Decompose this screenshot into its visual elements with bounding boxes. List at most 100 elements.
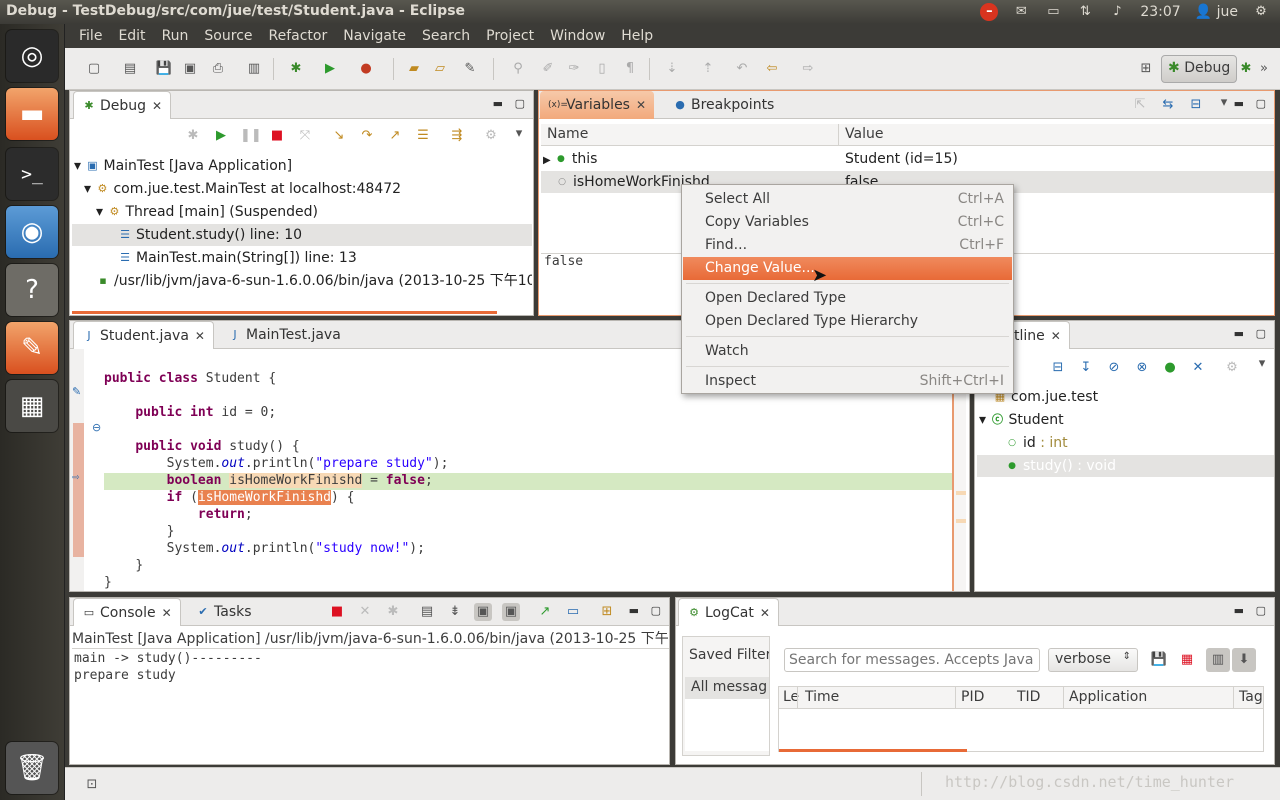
tab-debug[interactable]: ✱ Debug ✕ — [73, 91, 172, 119]
close-icon[interactable]: ✕ — [195, 329, 205, 343]
scroll-lock-icon[interactable]: ⇟ — [446, 603, 464, 621]
breakpoint-marker-icon[interactable]: ✎ — [72, 385, 81, 398]
mark-icon[interactable]: ✐ — [539, 60, 557, 78]
clear-log-icon[interactable]: ▦ — [1178, 651, 1196, 669]
open-type-icon[interactable]: ▰ — [405, 60, 423, 78]
show-type-names-icon[interactable]: ⇱ — [1131, 96, 1149, 114]
menu-run[interactable]: Run — [154, 28, 197, 44]
menu-window[interactable]: Window — [542, 28, 613, 44]
menu-item-select-all[interactable]: Select All Ctrl+A — [683, 188, 1012, 211]
view-menu-icon[interactable]: ⚙ — [482, 127, 500, 145]
menu-item-watch[interactable]: Watch — [683, 340, 1012, 363]
more-perspectives-icon[interactable]: » — [1255, 60, 1273, 78]
remove-terminated-icon[interactable]: ✱ — [184, 127, 202, 145]
fold-toggle-icon[interactable]: ⊖ — [92, 421, 101, 434]
forward-icon[interactable]: ⇨ — [799, 60, 817, 78]
last-edit-icon[interactable]: ↶ — [733, 60, 751, 78]
close-icon[interactable]: ✕ — [760, 606, 770, 620]
new-project-icon[interactable]: ▤ — [121, 60, 139, 78]
network-icon[interactable]: ⇅ — [1076, 4, 1094, 20]
suspend-icon[interactable]: ❚❚ — [240, 127, 262, 145]
toggle-filters-icon[interactable]: ▥ — [1206, 648, 1230, 672]
step-over-icon[interactable]: ↷ — [358, 127, 376, 145]
code-area[interactable]: public class Student { public int id = 0… — [104, 353, 448, 591]
logcat-search-input[interactable] — [784, 648, 1040, 672]
remove-launch-icon[interactable]: ✕ — [356, 603, 374, 621]
external-tools-icon[interactable]: ● — [357, 60, 375, 78]
maximize-icon[interactable]: ▢ — [651, 604, 661, 617]
hide-nonpublic-icon[interactable]: ● — [1161, 359, 1179, 377]
minimize-icon[interactable]: ▬ — [493, 97, 503, 110]
open-console-icon[interactable]: ⊞ — [598, 603, 616, 621]
close-icon[interactable]: ✕ — [152, 99, 162, 113]
java-perspective-icon[interactable]: ✱ — [1237, 60, 1255, 78]
gear-icon[interactable]: ⚙ — [1252, 4, 1270, 20]
close-icon[interactable]: ✕ — [636, 98, 646, 112]
variable-row-this[interactable]: ▶ ● this Student (id=15) — [543, 148, 1272, 170]
minimize-icon[interactable]: ▬ — [629, 604, 639, 617]
minimize-icon[interactable]: ▬ — [1234, 327, 1244, 340]
step-return-icon[interactable]: ↗ — [386, 127, 404, 145]
maximize-icon[interactable]: ▢ — [515, 97, 525, 110]
column-tag[interactable]: Tag — [1239, 689, 1263, 705]
tab-outline[interactable]: tline ✕ — [1005, 321, 1070, 349]
column-time[interactable]: Time — [805, 689, 839, 705]
menu-item-change-value[interactable]: Change Value... — [683, 257, 1012, 280]
open-task-icon[interactable]: ▱ — [431, 60, 449, 78]
clock[interactable]: 23:07 — [1140, 4, 1180, 20]
menu-item-find[interactable]: Find... Ctrl+F — [683, 234, 1012, 257]
minimize-icon[interactable]: ▬ — [1234, 604, 1244, 617]
maximize-icon[interactable]: ▢ — [1256, 97, 1266, 110]
maximize-icon[interactable]: ▢ — [1256, 327, 1266, 340]
hide-static-icon[interactable]: ⊗ — [1133, 359, 1151, 377]
show-on-stdout-icon[interactable]: ▣ — [474, 603, 492, 621]
outline-item-field[interactable]: ○ id : int — [1005, 432, 1068, 454]
drop-to-frame-icon[interactable]: ☰ — [414, 127, 432, 145]
battery-icon[interactable]: ▭ — [1044, 4, 1062, 20]
column-application[interactable]: Application — [1069, 689, 1147, 705]
outline-item-class[interactable]: ▾ ⓒ Student — [979, 409, 1064, 431]
toggle-icon[interactable]: ⚲ — [509, 60, 527, 78]
terminal-icon[interactable]: >_ — [6, 148, 58, 200]
collapse-all-icon[interactable]: ⊟ — [1049, 359, 1067, 377]
tree-item-frame-selected[interactable]: ☰ Student.study() line: 10 — [72, 224, 532, 246]
close-icon[interactable]: ✕ — [162, 606, 172, 620]
step-into-icon[interactable]: ↘ — [330, 127, 348, 145]
remove-all-icon[interactable]: ✱ — [384, 603, 402, 621]
terminate-icon[interactable]: ■ — [268, 127, 286, 145]
user-menu[interactable]: 👤 jue — [1195, 4, 1238, 20]
block-icon[interactable]: ▯ — [593, 60, 611, 78]
show-on-stderr-icon[interactable]: ▣ — [502, 603, 520, 621]
collapse-all-icon[interactable]: ⊟ — [1187, 96, 1205, 114]
resume-icon[interactable]: ▶ — [212, 127, 230, 145]
chromium-icon[interactable]: ◉ — [6, 206, 58, 258]
chevron-down-icon[interactable]: ▾ — [1215, 94, 1233, 112]
menu-item-copy-variables[interactable]: Copy Variables Ctrl+C — [683, 211, 1012, 234]
close-icon[interactable]: ✕ — [1051, 329, 1061, 343]
terminate-icon[interactable]: ■ — [328, 603, 346, 621]
debug-perspective-button[interactable]: ✱ Debug — [1161, 55, 1238, 83]
maximize-icon[interactable]: ▢ — [1256, 604, 1266, 617]
print-icon[interactable]: ⎙ — [209, 60, 227, 78]
log-level-select[interactable]: verbose ⇕ — [1048, 648, 1138, 672]
tab-console[interactable]: ▭ Console ✕ — [73, 598, 181, 626]
next-annotation-icon[interactable]: ⇣ — [663, 60, 681, 78]
tab-breakpoints[interactable]: ● Breakpoints — [665, 91, 782, 119]
occurrence-marker[interactable] — [956, 491, 966, 495]
sort-icon[interactable]: ↧ — [1077, 359, 1095, 377]
search-icon[interactable]: ✎ — [461, 60, 479, 78]
tree-item-frame[interactable]: ☰ MainTest.main(String[]) line: 13 — [118, 247, 357, 269]
menu-refactor[interactable]: Refactor — [261, 28, 336, 44]
tree-item-launch[interactable]: ▾ ▣ MainTest [Java Application] — [74, 155, 292, 177]
tab-tasks[interactable]: ✔ Tasks — [188, 598, 260, 626]
mail-icon[interactable]: ✉ — [1012, 4, 1030, 20]
disconnect-icon[interactable]: ⤧ — [296, 127, 314, 145]
tree-item-vm[interactable]: ▾ ⚙ com.jue.test.MainTest at localhost:48… — [84, 178, 401, 200]
console-output[interactable]: main -> study()--------- prepare study — [74, 650, 262, 684]
menu-project[interactable]: Project — [478, 28, 542, 44]
menu-search[interactable]: Search — [414, 28, 478, 44]
files-icon[interactable]: ▬ — [6, 88, 58, 140]
tab-logcat[interactable]: ⚙ LogCat ✕ — [678, 598, 779, 626]
clear-console-icon[interactable]: ▤ — [418, 603, 436, 621]
menu-item-open-declared-type[interactable]: Open Declared Type — [683, 287, 1012, 310]
